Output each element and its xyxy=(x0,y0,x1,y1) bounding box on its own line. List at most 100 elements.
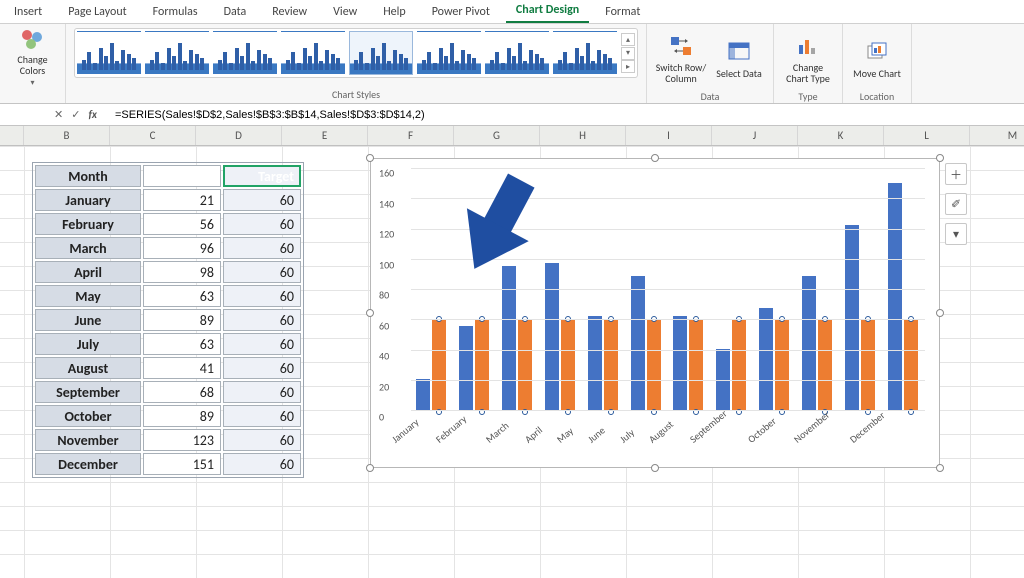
bar-target[interactable] xyxy=(904,320,918,411)
bar-sales[interactable] xyxy=(631,276,645,411)
cell-sales[interactable]: 98 xyxy=(143,261,221,283)
gallery-arrow[interactable]: ▾ xyxy=(621,47,635,60)
cell-sales[interactable]: 89 xyxy=(143,309,221,331)
cell-month[interactable]: November xyxy=(35,429,141,451)
tab-review[interactable]: Review xyxy=(262,1,317,23)
cell-target[interactable]: 60 xyxy=(223,357,301,379)
gallery-arrow[interactable]: ▸ xyxy=(621,60,635,73)
cell-month[interactable]: March xyxy=(35,237,141,259)
cell-sales[interactable]: 56 xyxy=(143,213,221,235)
bar-sales[interactable] xyxy=(416,379,430,411)
cell-sales[interactable]: 68 xyxy=(143,381,221,403)
tab-page-layout[interactable]: Page Layout xyxy=(58,1,136,23)
bar-target[interactable] xyxy=(775,320,789,411)
bar-target[interactable] xyxy=(518,320,532,411)
cell-target[interactable]: 60 xyxy=(223,237,301,259)
cell-month[interactable]: September xyxy=(35,381,141,403)
formula-input[interactable] xyxy=(111,107,1024,123)
table-row[interactable]: August4160 xyxy=(35,357,301,379)
cell-target[interactable]: 60 xyxy=(223,405,301,427)
cell-target[interactable]: 60 xyxy=(223,453,301,475)
header-month[interactable]: Month xyxy=(35,165,141,187)
cell-sales[interactable]: 63 xyxy=(143,333,221,355)
col-header[interactable]: E xyxy=(282,126,368,145)
style-thumb-5[interactable] xyxy=(349,31,413,75)
table-row[interactable]: June8960 xyxy=(35,309,301,331)
col-header[interactable] xyxy=(0,126,24,145)
cell-target[interactable]: 60 xyxy=(223,285,301,307)
tab-view[interactable]: View xyxy=(323,1,367,23)
cell-sales[interactable]: 63 xyxy=(143,285,221,307)
bar-target[interactable] xyxy=(604,320,618,411)
tab-formulas[interactable]: Formulas xyxy=(143,1,208,23)
bar-group[interactable] xyxy=(888,169,920,411)
cell-sales[interactable]: 151 xyxy=(143,453,221,475)
change-colors-button[interactable]: Change Colors ▾ xyxy=(8,28,57,88)
cell-target[interactable]: 60 xyxy=(223,189,301,211)
style-thumb-7[interactable] xyxy=(485,31,549,75)
cell-month[interactable]: June xyxy=(35,309,141,331)
style-thumb-8[interactable] xyxy=(553,31,617,75)
cancel-icon[interactable]: ✕ xyxy=(54,108,63,121)
col-header[interactable]: G xyxy=(454,126,540,145)
cell-target[interactable]: 60 xyxy=(223,261,301,283)
bar-sales[interactable] xyxy=(673,316,687,411)
cells-area[interactable]: Month Sales Target January2160February56… xyxy=(0,146,1024,578)
cell-target[interactable]: 60 xyxy=(223,381,301,403)
cell-month[interactable]: May xyxy=(35,285,141,307)
cell-month[interactable]: October xyxy=(35,405,141,427)
table-row[interactable]: December15160 xyxy=(35,453,301,475)
worksheet-grid[interactable]: BCDEFGHIJKLM Month Sales Target January2… xyxy=(0,126,1024,578)
bar-target[interactable] xyxy=(732,320,746,411)
tab-format[interactable]: Format xyxy=(595,1,650,23)
header-sales[interactable]: Sales xyxy=(143,165,221,187)
tab-help[interactable]: Help xyxy=(373,1,416,23)
table-row[interactable]: July6360 xyxy=(35,333,301,355)
table-row[interactable]: November12360 xyxy=(35,429,301,451)
col-header[interactable]: I xyxy=(626,126,712,145)
col-header[interactable]: F xyxy=(368,126,454,145)
bar-sales[interactable] xyxy=(888,183,902,411)
bar-target[interactable] xyxy=(689,320,703,411)
bar-group[interactable] xyxy=(716,169,748,411)
cell-sales[interactable]: 123 xyxy=(143,429,221,451)
chart-styles-gallery[interactable]: ▴▾▸ xyxy=(74,28,638,78)
fx-icon[interactable]: fx xyxy=(88,108,103,121)
gallery-arrow[interactable]: ▴ xyxy=(621,33,635,46)
cell-sales[interactable]: 41 xyxy=(143,357,221,379)
bar-group[interactable] xyxy=(759,169,791,411)
col-header[interactable]: L xyxy=(884,126,970,145)
bar-target[interactable] xyxy=(432,320,446,411)
bar-target[interactable] xyxy=(647,320,661,411)
column-headers[interactable]: BCDEFGHIJKLM xyxy=(0,126,1024,146)
header-target[interactable]: Target xyxy=(223,165,301,187)
cell-month[interactable]: February xyxy=(35,213,141,235)
select-data-button[interactable]: Select Data xyxy=(713,28,765,88)
data-table[interactable]: Month Sales Target January2160February56… xyxy=(32,162,304,478)
table-row[interactable]: October8960 xyxy=(35,405,301,427)
cell-month[interactable]: April xyxy=(35,261,141,283)
tab-insert[interactable]: Insert xyxy=(4,1,52,23)
style-thumb-1[interactable] xyxy=(77,31,141,75)
style-thumb-4[interactable] xyxy=(281,31,345,75)
move-chart-button[interactable]: Move Chart xyxy=(851,28,903,88)
bar-group[interactable] xyxy=(802,169,834,411)
table-row[interactable]: April9860 xyxy=(35,261,301,283)
col-header[interactable]: B xyxy=(24,126,110,145)
bar-sales[interactable] xyxy=(459,326,473,411)
tab-chart-design[interactable]: Chart Design xyxy=(506,0,589,23)
cell-sales[interactable]: 96 xyxy=(143,237,221,259)
bar-target[interactable] xyxy=(861,320,875,411)
col-header[interactable]: H xyxy=(540,126,626,145)
bar-group[interactable] xyxy=(588,169,620,411)
bar-target[interactable] xyxy=(561,320,575,411)
tab-power-pivot[interactable]: Power Pivot xyxy=(422,1,500,23)
bar-sales[interactable] xyxy=(588,316,602,411)
bar-sales[interactable] xyxy=(759,308,773,411)
bar-group[interactable] xyxy=(845,169,877,411)
bar-target[interactable] xyxy=(475,320,489,411)
cell-sales[interactable]: 21 xyxy=(143,189,221,211)
cell-target[interactable]: 60 xyxy=(223,213,301,235)
switch-row-col-button[interactable]: Switch Row/ Column xyxy=(655,28,707,88)
table-row[interactable]: September6860 xyxy=(35,381,301,403)
